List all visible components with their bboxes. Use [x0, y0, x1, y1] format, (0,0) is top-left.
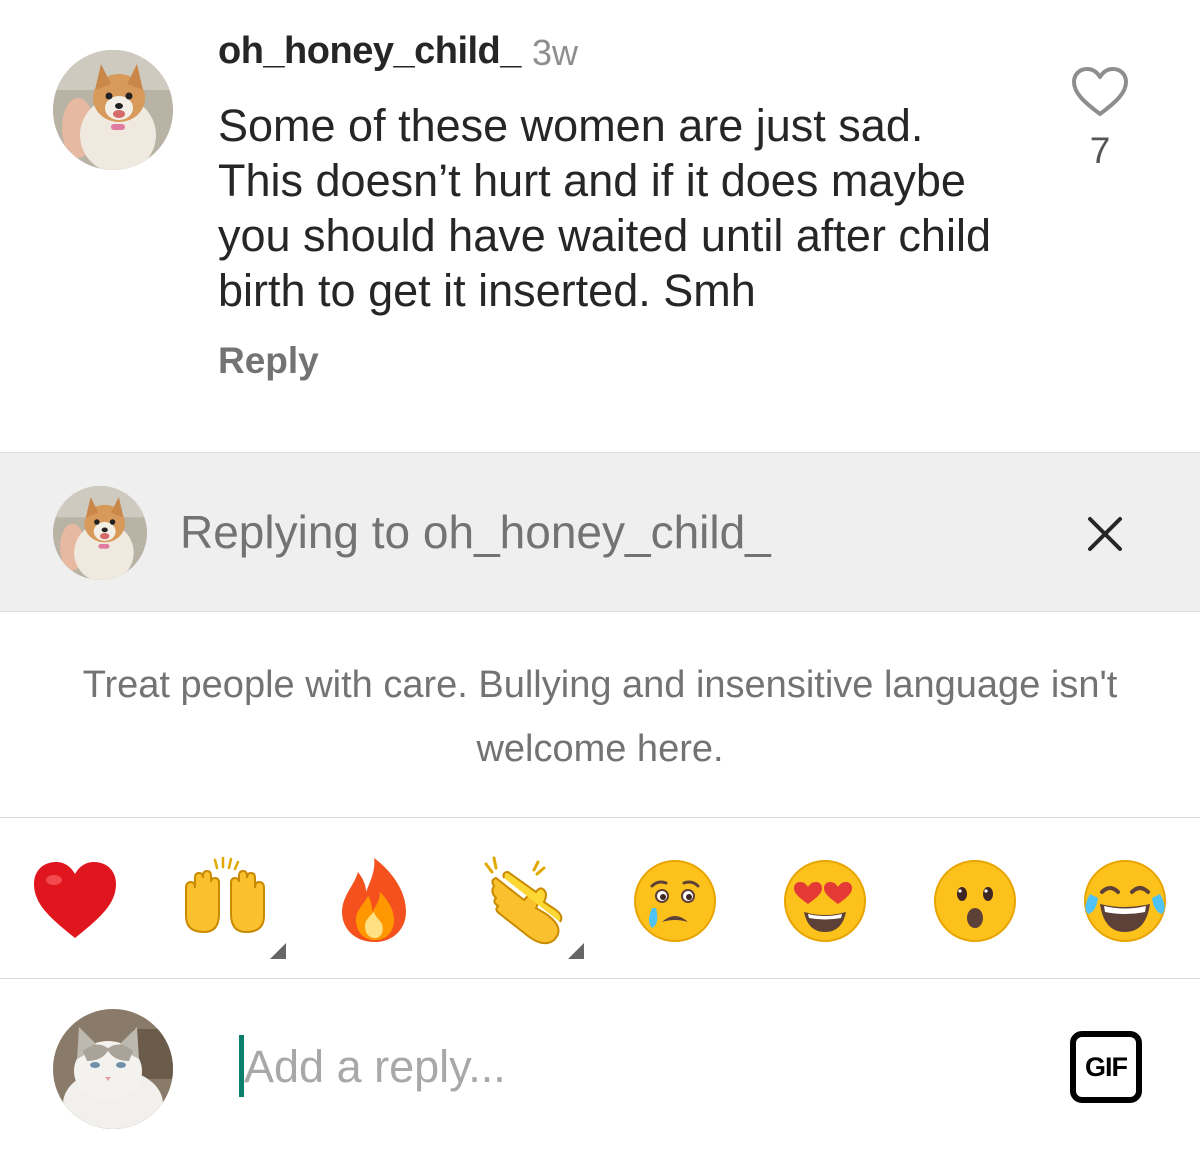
dog-avatar-image [53, 486, 147, 580]
emoji-raising-hands-button[interactable] [180, 856, 270, 946]
crying-face-icon [634, 860, 716, 942]
replying-avatar [53, 486, 147, 580]
comment-text: Some of these women are just sad. This d… [218, 100, 991, 316]
tears-of-joy-face-icon [1084, 860, 1166, 942]
cat-avatar-image [53, 1009, 173, 1129]
commenter-avatar[interactable] [53, 50, 173, 170]
replying-to-bar: Replying to oh_honey_child_ [0, 452, 1200, 612]
raising-hands-icon [185, 856, 265, 934]
reply-input[interactable] [244, 1037, 1024, 1097]
clapping-hands-icon [484, 856, 563, 945]
surprised-face-icon [934, 860, 1016, 942]
reply-composer: GIF [0, 979, 1200, 1153]
comment: oh_honey_child_ 3w Some of these women a… [0, 0, 1200, 452]
reply-button[interactable]: Reply [218, 340, 319, 382]
emoji-crying-face-button[interactable] [630, 856, 720, 946]
comment-username[interactable]: oh_honey_child_ [218, 30, 521, 73]
emoji-surprised-face-button[interactable] [930, 856, 1020, 946]
emoji-heart-eyes-button[interactable] [780, 856, 870, 946]
emoji-red-heart-button[interactable] [30, 856, 120, 946]
community-notice: Treat people with care. Bullying and ins… [0, 611, 1200, 818]
notice-text: Treat people with care. Bullying and ins… [82, 664, 1118, 770]
dog-avatar-image [53, 50, 173, 170]
replying-to-label: Replying to oh_honey_child_ [180, 506, 771, 558]
emoji-fire-button[interactable] [330, 856, 420, 946]
comment-timestamp: 3w [532, 32, 579, 73]
like-count: 7 [1089, 130, 1111, 171]
current-user-avatar [53, 1009, 173, 1129]
emoji-tears-of-joy-button[interactable] [1080, 856, 1170, 946]
heart-eyes-face-icon [784, 860, 866, 942]
raising-hands-variant-indicator [270, 943, 286, 959]
clapping-hands-variant-indicator [568, 943, 584, 959]
close-reply-button[interactable] [1078, 507, 1132, 561]
gif-button[interactable]: GIF [1070, 1031, 1142, 1103]
red-heart-icon [34, 862, 116, 938]
close-icon [1088, 517, 1122, 551]
like-button[interactable] [1070, 66, 1130, 118]
heart-outline-icon [1072, 67, 1128, 116]
emoji-reaction-bar [0, 818, 1200, 979]
fire-icon [342, 858, 406, 942]
emoji-clapping-hands-button[interactable] [480, 856, 570, 946]
